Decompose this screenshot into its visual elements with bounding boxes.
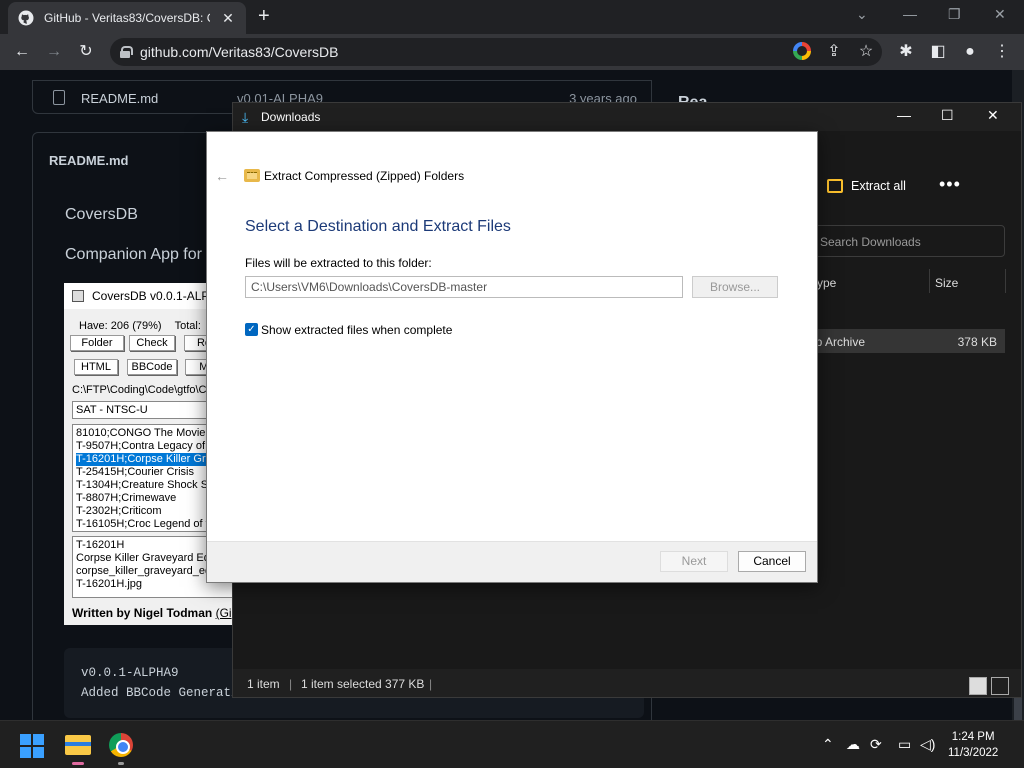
start-button-icon[interactable] xyxy=(20,734,44,758)
details-view-icon[interactable] xyxy=(969,677,987,695)
tab-close-icon[interactable]: ✕ xyxy=(220,10,236,27)
total-label: Total: xyxy=(174,320,201,332)
status-divider: | xyxy=(289,677,293,691)
reload-icon[interactable]: ↻ xyxy=(76,42,96,62)
minimize-icon[interactable]: — xyxy=(897,107,911,123)
download-arrow-icon: ⤓ xyxy=(242,109,249,125)
wizard-title: Extract Compressed (Zipped) Folders xyxy=(264,169,465,183)
google-lens-icon[interactable] xyxy=(793,42,811,60)
back-icon[interactable]: ← xyxy=(12,42,32,62)
search-placeholder: Search Downloads xyxy=(820,235,921,249)
clock-time: 1:24 PM xyxy=(951,731,995,743)
browse-button[interactable]: Browse... xyxy=(692,276,778,298)
downloads-title: Downloads xyxy=(261,110,321,124)
destination-path-input[interactable]: C:\Users\VM6\Downloads\CoversDB-master xyxy=(245,276,683,298)
taskbar-clock[interactable]: 1:24 PM 11/3/2022 xyxy=(948,729,998,761)
app-footer: Written by Nigel Todman (Gi xyxy=(72,606,232,620)
app-path: C:\FTP\Coding\Code\gtfo\C xyxy=(72,384,207,396)
column-header-size[interactable]: Size xyxy=(935,276,958,290)
chrome-icon[interactable] xyxy=(105,729,137,761)
readme-title: CoversDB xyxy=(65,206,138,223)
selected-info: 1 item selected 377 KB xyxy=(301,677,425,691)
network-icon[interactable]: ▭ xyxy=(898,736,911,753)
app-folder-button: Folder xyxy=(70,335,124,351)
app-check-button: Check xyxy=(129,335,175,351)
item-count: 1 item xyxy=(247,677,280,691)
address-bar[interactable]: github.com/Veritas83/CoversDB xyxy=(110,38,882,66)
file-size: 378 KB xyxy=(957,335,997,349)
browser-tab[interactable]: GitHub - Veritas83/CoversDB: Co ✕ xyxy=(8,2,246,34)
readme-description: Companion App for xyxy=(65,246,202,263)
extract-all-button[interactable]: Extract all xyxy=(827,179,906,193)
app-author: Written by Nigel Todman xyxy=(72,606,213,620)
zip-folder-icon xyxy=(244,169,260,182)
github-icon xyxy=(18,10,34,26)
tab-search-icon[interactable]: ⌄ xyxy=(856,6,868,23)
app-window-icon xyxy=(72,290,84,302)
more-options-icon[interactable]: ••• xyxy=(939,174,961,195)
app-author-link: (Gi xyxy=(215,606,232,620)
show-hidden-icons-icon[interactable]: ⌃ xyxy=(822,736,834,753)
app-html-button: HTML xyxy=(74,359,118,375)
destination-label: Files will be extracted to this folder: xyxy=(245,256,432,270)
close-window-icon[interactable]: ✕ xyxy=(994,6,1006,23)
back-arrow-icon[interactable]: ← xyxy=(215,168,229,184)
url-text[interactable]: github.com/Veritas83/CoversDB xyxy=(140,44,338,60)
column-divider[interactable] xyxy=(1005,269,1006,293)
file-icon xyxy=(53,90,65,105)
status-divider: | xyxy=(429,677,433,691)
close-icon[interactable]: ✕ xyxy=(987,107,999,124)
update-icon[interactable]: ⟳ xyxy=(870,736,882,753)
cloud-icon[interactable]: ☁ xyxy=(846,736,860,753)
file-name[interactable]: README.md xyxy=(81,91,158,106)
profile-icon[interactable]: ● xyxy=(960,42,980,62)
side-panel-icon[interactable]: ◧ xyxy=(928,42,948,62)
large-icons-view-icon[interactable] xyxy=(991,677,1009,695)
tab-title: GitHub - Veritas83/CoversDB: Co xyxy=(44,11,210,25)
have-count: Have: 206 (79%) xyxy=(79,320,162,332)
new-tab-icon[interactable]: + xyxy=(258,6,270,26)
column-divider[interactable] xyxy=(929,269,930,293)
file-row[interactable]: ip Archive 378 KB xyxy=(809,329,1005,353)
downloads-titlebar: ⤓ Downloads — ☐ ✕ xyxy=(233,103,1021,131)
clock-date: 11/3/2022 xyxy=(948,747,999,759)
show-files-label[interactable]: Show extracted files when complete xyxy=(261,323,452,337)
browser-toolbar: ← → ↻ github.com/Veritas83/CoversDB ⇪ ☆ … xyxy=(0,34,1024,70)
app-bbcode-button: BBCode xyxy=(127,359,177,375)
forward-icon[interactable]: → xyxy=(44,42,64,62)
browser-tabstrip: GitHub - Veritas83/CoversDB: Co ✕ + ⌄ — … xyxy=(0,0,1024,34)
file-explorer-icon[interactable] xyxy=(62,729,94,761)
zip-folder-icon xyxy=(827,179,843,193)
app-stats: Have: 206 (79%) Total: xyxy=(79,320,201,332)
file-type: ip Archive xyxy=(813,335,866,349)
column-header-type[interactable]: ype xyxy=(817,276,836,290)
app-running-indicator xyxy=(118,762,124,765)
app-title: CoversDB v0.0.1-ALPH xyxy=(92,289,219,303)
show-files-checkbox[interactable]: ✓ xyxy=(245,323,258,336)
volume-icon[interactable]: ◁) xyxy=(920,736,935,753)
extensions-icon[interactable]: ✱ xyxy=(896,42,916,62)
minimize-icon[interactable]: — xyxy=(903,6,917,22)
maximize-icon[interactable]: ☐ xyxy=(941,107,954,124)
app-running-indicator xyxy=(72,762,84,765)
restore-icon[interactable]: ❐ xyxy=(948,6,961,23)
readme-header: README.md xyxy=(49,153,129,168)
dialog-footer: Next Cancel xyxy=(207,541,817,582)
downloads-statusbar: 1 item | 1 item selected 377 KB | xyxy=(233,669,1021,697)
bookmark-star-icon[interactable]: ☆ xyxy=(856,42,876,62)
lock-icon[interactable] xyxy=(120,46,133,58)
menu-icon[interactable]: ⋮ xyxy=(992,42,1012,62)
taskbar: ⌃ ☁ ⟳ ▭ ◁) 1:24 PM 11/3/2022 xyxy=(0,720,1024,768)
next-button[interactable]: Next xyxy=(660,551,728,572)
search-downloads-input[interactable]: Search Downloads xyxy=(809,225,1005,257)
extract-all-label: Extract all xyxy=(851,179,906,193)
extract-dialog: ← Extract Compressed (Zipped) Folders Se… xyxy=(206,131,818,583)
cancel-button[interactable]: Cancel xyxy=(738,551,806,572)
share-icon[interactable]: ⇪ xyxy=(824,42,844,62)
dialog-heading: Select a Destination and Extract Files xyxy=(245,218,511,235)
